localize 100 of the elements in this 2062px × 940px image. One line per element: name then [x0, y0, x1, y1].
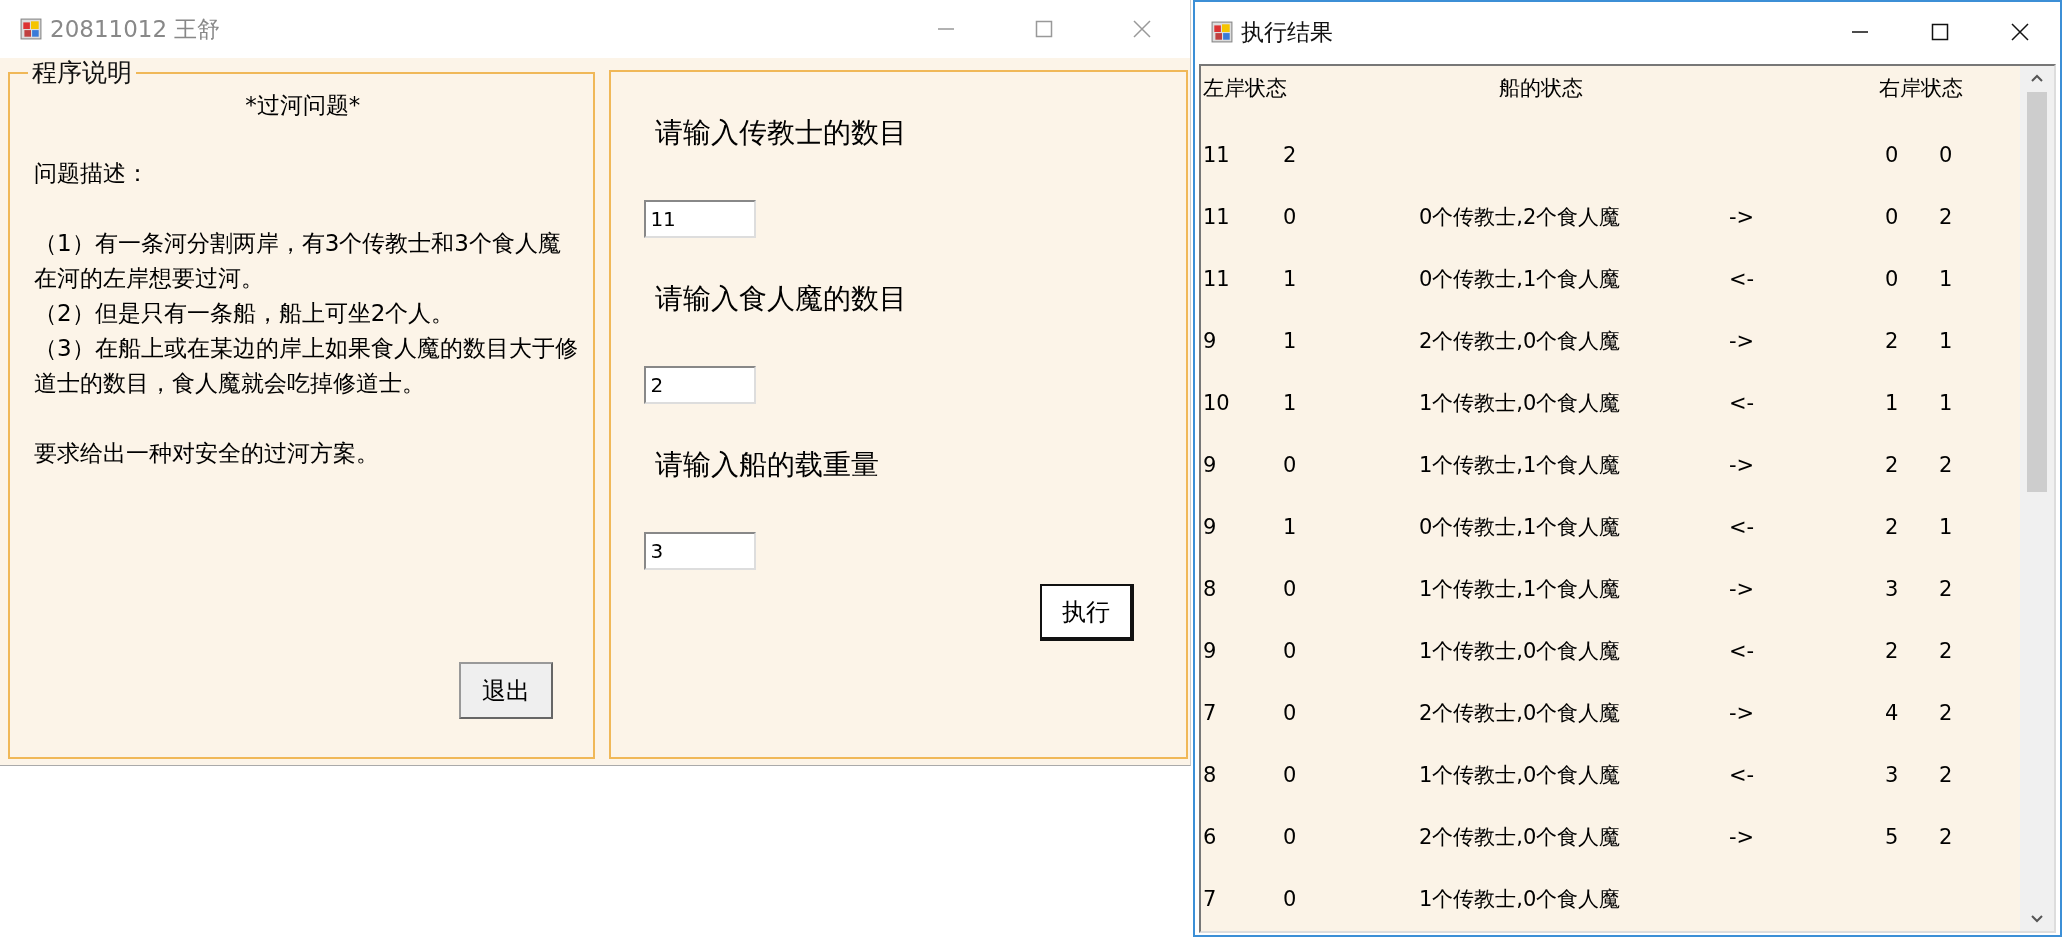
list-cell-text: 3: [1884, 763, 1899, 787]
list-cell-text: 0: [1282, 887, 1297, 911]
list-cell-text: 9: [1202, 515, 1217, 539]
list-cell-text: 0个传教士,1个食人魔: [1419, 266, 1622, 293]
list-cell: <-: [1729, 391, 1755, 415]
list-cell: <-: [1729, 763, 1755, 787]
field-label: 请输入食人魔的数目: [655, 281, 908, 317]
list-cell-text: 3: [1884, 577, 1899, 601]
list-cell: 2: [1939, 453, 1953, 477]
list-cell-text: 0: [1282, 205, 1297, 229]
app-icon: [1211, 21, 1233, 43]
list-cell-text: 7: [1202, 701, 1217, 725]
quit-button[interactable]: 退出: [459, 662, 554, 719]
list-cell-text: 11: [1202, 267, 1230, 291]
number-field[interactable]: 3: [644, 532, 757, 570]
list-cell: 1: [1939, 329, 1953, 353]
list-cell-text: 1: [1282, 329, 1297, 353]
list-cell-text: 1: [1282, 515, 1297, 539]
number-field[interactable]: 11: [644, 200, 757, 238]
problem-heading: *过河问题*: [244, 91, 362, 120]
list-cell: ->: [1729, 825, 1755, 849]
list-cell-text: 0: [1884, 205, 1899, 229]
list-cell-text: 9: [1202, 329, 1217, 353]
group-title: 程序说明: [31, 58, 133, 88]
list-cell-text: 0: [1282, 639, 1297, 663]
list-cell-text: 6: [1202, 825, 1217, 849]
description-text: （1）有一条河分割两岸，有3个传教士和3个食人魔在河的左岸想要过河。: [34, 229, 562, 293]
list-cell-text: 11: [1202, 205, 1230, 229]
list-cell-text: 2: [1884, 453, 1899, 477]
app-icon: [20, 18, 42, 40]
column-header: 右岸状态: [1878, 75, 1963, 102]
list-cell-text: 5: [1884, 825, 1899, 849]
list-cell-text: 1个传教士,0个食人魔: [1419, 762, 1622, 789]
list-cell: 0: [1939, 143, 1953, 167]
maximize-icon[interactable]: [1930, 22, 1950, 42]
list-cell: 1: [1939, 515, 1953, 539]
list-cell: 1: [1939, 267, 1953, 291]
list-cell: 2: [1939, 639, 1953, 663]
description-text: 问题描述：: [34, 159, 150, 188]
description-text: （3）在船上或在某边的岸上如果食人魔的数目大于修道士的数目，食人魔就会吃掉修道士。: [34, 334, 579, 398]
list-cell: 2: [1939, 205, 1953, 229]
list-cell: ->: [1729, 577, 1755, 601]
list-cell-text: 0: [1884, 267, 1899, 291]
list-cell: 2: [1939, 825, 1953, 849]
list-cell-text: 1个传教士,1个食人魔: [1419, 452, 1622, 479]
list-cell-text: 0个传教士,1个食人魔: [1419, 514, 1622, 541]
run-button[interactable]: 执行: [1040, 584, 1134, 641]
list-cell: 2: [1939, 763, 1953, 787]
number-field[interactable]: 2: [644, 366, 757, 404]
list-cell-text: 2: [1884, 639, 1899, 663]
list-cell: ->: [1729, 453, 1755, 477]
list-cell-text: 1个传教士,0个食人魔: [1419, 886, 1622, 913]
scroll-down-icon[interactable]: [2029, 913, 2045, 925]
list-cell-text: 0: [1282, 763, 1297, 787]
list-cell: 1: [1939, 391, 1953, 415]
window-title: 20811012 王舒: [50, 14, 221, 44]
list-cell-text: 1: [1884, 391, 1899, 415]
scroll-up-icon[interactable]: [2029, 72, 2045, 84]
column-header: 船的状态: [1498, 75, 1583, 102]
list-cell: 2: [1939, 701, 1953, 725]
description-text: 要求给出一种对安全的过河方案。: [34, 439, 380, 468]
list-cell-text: 9: [1202, 639, 1217, 663]
list-cell-text: 2个传教士,0个食人魔: [1419, 700, 1622, 727]
list-cell-text: 0: [1282, 453, 1297, 477]
list-cell-text: 2个传教士,0个食人魔: [1419, 824, 1622, 851]
list-cell: ->: [1729, 329, 1755, 353]
window-title: 执行结果: [1241, 17, 1333, 47]
list-cell-text: 0: [1884, 143, 1899, 167]
list-cell-text: 0: [1282, 577, 1297, 601]
list-cell-text: 4: [1884, 701, 1899, 725]
close-icon[interactable]: [2010, 22, 2030, 42]
list-cell-text: 8: [1202, 577, 1217, 601]
field-label: 请输入传教士的数目: [655, 115, 908, 151]
list-cell-text: 0个传教士,2个食人魔: [1419, 204, 1622, 231]
list-cell-text: 10: [1202, 391, 1230, 415]
list-cell-text: 7: [1202, 887, 1217, 911]
description-text: （2）但是只有一条船，船上可坐2个人。: [34, 299, 456, 328]
list-cell: <-: [1729, 515, 1755, 539]
list-cell-text: 2: [1282, 143, 1297, 167]
list-cell-text: 1个传教士,0个食人魔: [1419, 390, 1622, 417]
list-cell: 2: [1939, 577, 1953, 601]
list-cell-text: 1个传教士,0个食人魔: [1419, 638, 1622, 665]
list-cell-text: 0: [1282, 825, 1297, 849]
field-label: 请输入船的载重量: [655, 447, 880, 483]
list-cell-text: 9: [1202, 453, 1217, 477]
list-cell-text: 2个传教士,0个食人魔: [1419, 328, 1622, 355]
list-cell-text: 2: [1884, 329, 1899, 353]
list-cell-text: 2: [1884, 515, 1899, 539]
list-cell-text: 1: [1282, 267, 1297, 291]
scrollbar[interactable]: [2020, 66, 2054, 931]
list-cell: <-: [1729, 267, 1755, 291]
list-cell: ->: [1729, 205, 1755, 229]
list-cell: ->: [1729, 701, 1755, 725]
list-cell-text: 1: [1282, 391, 1297, 415]
scroll-thumb[interactable]: [2027, 92, 2047, 492]
list-cell: <-: [1729, 639, 1755, 663]
list-cell-text: 1个传教士,1个食人魔: [1419, 576, 1622, 603]
list-cell-text: 8: [1202, 763, 1217, 787]
list-cell-text: 0: [1282, 701, 1297, 725]
column-header: 左岸状态: [1202, 75, 1287, 102]
